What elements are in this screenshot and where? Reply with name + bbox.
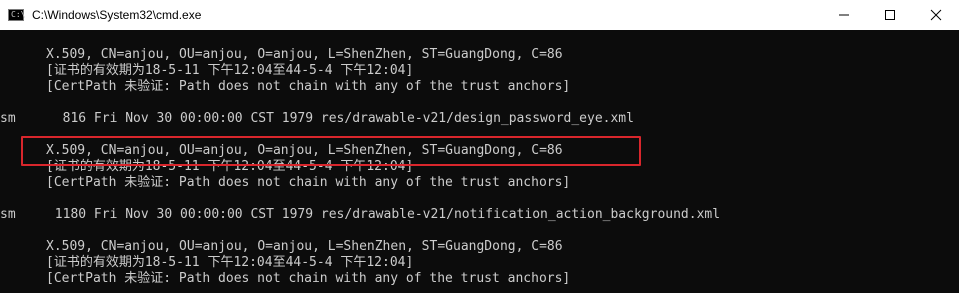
certpath-line: [CertPath 未验证: Path does not chain with … bbox=[46, 271, 571, 286]
certpath-line: [CertPath 未验证: Path does not chain with … bbox=[46, 175, 571, 190]
cert-validity-line: [证书的有效期为18-5-11 下午12:04至44-5-4 下午12:04] bbox=[46, 63, 414, 78]
file-entry-line: sm 816 Fri Nov 30 00:00:00 CST 1979 res/… bbox=[0, 111, 634, 126]
title-bar[interactable]: C:\ C:\Windows\System32\cmd.exe bbox=[0, 0, 959, 30]
highlight-box bbox=[21, 136, 641, 166]
maximize-icon bbox=[885, 10, 895, 20]
maximize-button[interactable] bbox=[867, 0, 913, 30]
cert-validity-line: [证书的有效期为18-5-11 下午12:04至44-5-4 下午12:04] bbox=[46, 255, 414, 270]
cert-subject-line: X.509, CN=anjou, OU=anjou, O=anjou, L=Sh… bbox=[46, 47, 563, 62]
minimize-button[interactable] bbox=[821, 0, 867, 30]
cert-subject-line: X.509, CN=anjou, OU=anjou, O=anjou, L=Sh… bbox=[46, 239, 563, 254]
file-entry-line: sm 1180 Fri Nov 30 00:00:00 CST 1979 res… bbox=[0, 207, 721, 222]
cmd-icon: C:\ bbox=[8, 9, 26, 21]
console-output[interactable]: X.509, CN=anjou, OU=anjou, O=anjou, L=Sh… bbox=[0, 30, 959, 293]
certpath-line: [CertPath 未验证: Path does not chain with … bbox=[46, 79, 571, 94]
cmd-window: C:\ C:\Windows\System32\cmd.exe X.509, C… bbox=[0, 0, 959, 293]
window-title: C:\Windows\System32\cmd.exe bbox=[32, 8, 202, 22]
cmd-icon-glyph: C:\ bbox=[11, 10, 26, 19]
window-controls bbox=[821, 0, 959, 30]
close-button[interactable] bbox=[913, 0, 959, 30]
minimize-icon bbox=[839, 14, 849, 16]
close-icon bbox=[930, 9, 942, 21]
